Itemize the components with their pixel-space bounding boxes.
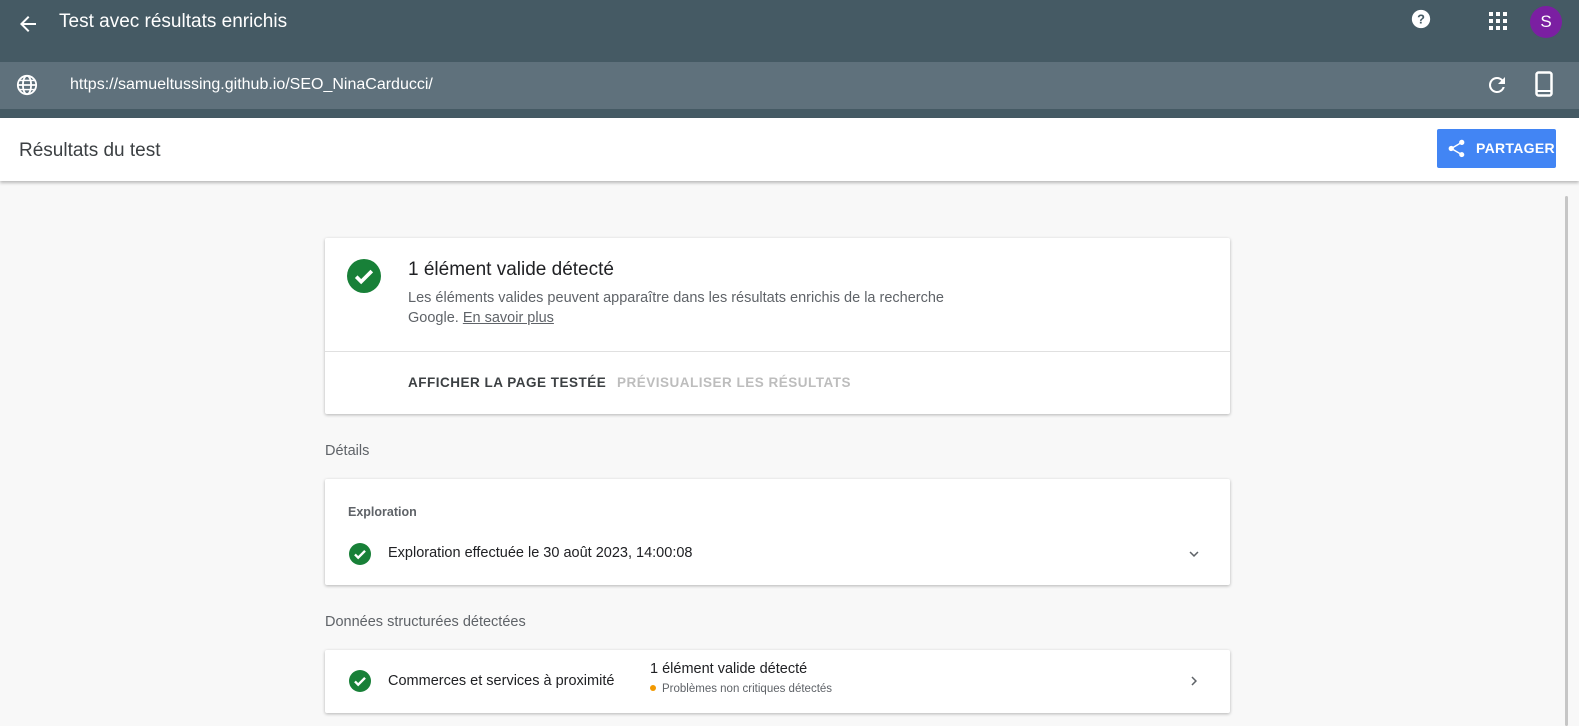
- share-label: PARTAGER: [1476, 140, 1555, 156]
- summary-description: Les éléments valides peuvent apparaître …: [408, 288, 968, 328]
- help-icon[interactable]: ?: [1410, 8, 1432, 30]
- view-tested-page-button[interactable]: AFFICHER LA PAGE TESTÉE: [408, 375, 606, 390]
- check-circle-icon: [349, 670, 371, 692]
- header-band: [0, 109, 1579, 118]
- refresh-icon[interactable]: [1485, 73, 1509, 97]
- summary-heading: 1 élément valide détecté: [408, 259, 614, 280]
- structured-data-type: Commerces et services à proximité: [388, 673, 615, 689]
- url-bar: https://samueltussing.github.io/SEO_Nina…: [0, 62, 1579, 109]
- learn-more-link[interactable]: En savoir plus: [463, 310, 554, 326]
- check-circle-icon: [347, 259, 381, 293]
- arrow-back-icon[interactable]: [16, 12, 40, 36]
- page-title: Résultats du test: [19, 140, 161, 161]
- warning-dot-icon: [650, 684, 656, 691]
- results-bar: Résultats du test PARTAGER: [0, 118, 1579, 181]
- divider: [325, 351, 1230, 352]
- share-button[interactable]: PARTAGER: [1437, 129, 1556, 168]
- app-header: Test avec résultats enrichis ? S: [0, 0, 1579, 62]
- tested-url[interactable]: https://samueltussing.github.io/SEO_Nina…: [70, 76, 433, 94]
- structured-data-status: 1 élément valide détecté: [650, 661, 808, 677]
- scrollbar[interactable]: [1565, 196, 1568, 726]
- crawl-title: Exploration: [348, 505, 417, 519]
- warning-text: Problèmes non critiques détectés: [650, 683, 832, 695]
- svg-text:?: ?: [1417, 12, 1425, 27]
- avatar[interactable]: S: [1530, 6, 1562, 38]
- chevron-down-icon[interactable]: [1185, 545, 1203, 563]
- app-title: Test avec résultats enrichis: [59, 11, 288, 32]
- crawl-info: Exploration effectuée le 30 août 2023, 1…: [388, 545, 693, 561]
- preview-results-button[interactable]: PRÉVISUALISER LES RÉSULTATS: [617, 375, 851, 390]
- check-circle-icon: [349, 543, 371, 565]
- warning-label: Problèmes non critiques détectés: [662, 683, 833, 695]
- apps-grid-icon[interactable]: [1489, 12, 1507, 30]
- crawl-card[interactable]: Exploration Exploration effectuée le 30 …: [325, 479, 1230, 585]
- structured-data-item[interactable]: Commerces et services à proximité 1 élém…: [325, 650, 1230, 713]
- share-icon: [1448, 139, 1465, 158]
- globe-icon: [16, 74, 38, 96]
- details-section-label: Détails: [325, 443, 370, 459]
- chevron-right-icon[interactable]: [1185, 672, 1203, 690]
- smartphone-icon[interactable]: [1535, 71, 1553, 97]
- structured-data-section-label: Données structurées détectées: [325, 614, 526, 630]
- summary-card: 1 élément valide détecté Les éléments va…: [325, 238, 1230, 414]
